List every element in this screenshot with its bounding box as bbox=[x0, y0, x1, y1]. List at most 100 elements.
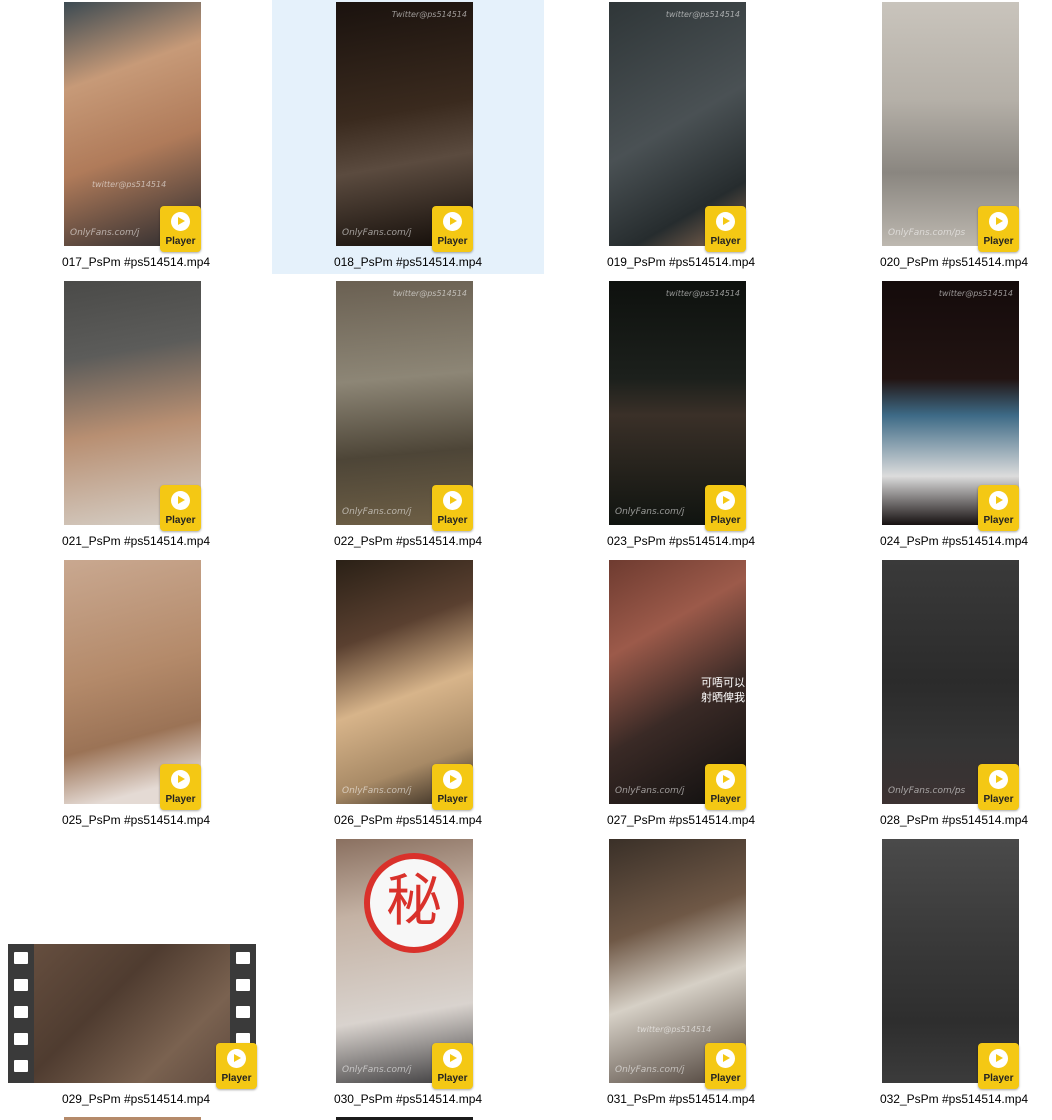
watermark-top: Twitter@ps514514 bbox=[391, 10, 467, 19]
play-icon bbox=[171, 491, 190, 510]
file-item[interactable]: Player 025_PsPm #ps514514.mp4 bbox=[0, 558, 272, 832]
file-item[interactable]: Player 021_PsPm #ps514514.mp4 bbox=[0, 279, 272, 553]
player-badge: Player bbox=[432, 485, 473, 531]
play-icon bbox=[443, 770, 462, 789]
file-item[interactable]: OnlyFans.com/j 秘 Player 030_PsPm #ps514514.… bbox=[272, 837, 544, 1111]
file-name: 024_PsPm #ps514514.mp4 bbox=[879, 534, 1029, 548]
watermark-top: twitter@ps514514 bbox=[392, 289, 467, 298]
play-icon bbox=[227, 1049, 246, 1068]
overlay-caption: 可唔可以 bbox=[701, 676, 745, 689]
file-item[interactable]: twitter@ps514514 Player 019_PsPm #ps514514… bbox=[545, 0, 817, 274]
player-badge: Player bbox=[978, 485, 1019, 531]
file-item[interactable]: twitter@ps514514 OnlyFans.com/j Player 031_… bbox=[545, 837, 817, 1111]
file-item[interactable]: Twitter@ps514514 OnlyFans.com/j Player 018_… bbox=[272, 0, 544, 274]
watermark-bottom: OnlyFans.com/ps bbox=[888, 786, 966, 796]
file-name: 023_PsPm #ps514514.mp4 bbox=[606, 534, 756, 548]
player-badge-label: Player bbox=[221, 1073, 252, 1084]
watermark-bottom: OnlyFans.com/j bbox=[342, 1065, 412, 1075]
watermark-bottom: OnlyFans.com/j bbox=[615, 507, 685, 517]
player-badge: Player bbox=[160, 764, 201, 810]
film-hole bbox=[14, 979, 28, 991]
player-badge: Player bbox=[432, 764, 473, 810]
player-badge-label: Player bbox=[437, 236, 468, 247]
file-name: 019_PsPm #ps514514.mp4 bbox=[606, 255, 756, 269]
player-badge: Player bbox=[978, 764, 1019, 810]
player-badge-label: Player bbox=[437, 794, 468, 805]
watermark-top: twitter@ps514514 bbox=[665, 10, 740, 19]
overlay-caption: 射晒俾我 bbox=[701, 691, 745, 704]
film-hole bbox=[236, 1006, 250, 1018]
watermark-bottom: OnlyFans.com/j bbox=[70, 228, 140, 238]
player-badge-label: Player bbox=[437, 1073, 468, 1084]
file-name: 025_PsPm #ps514514.mp4 bbox=[61, 813, 211, 827]
play-icon bbox=[171, 212, 190, 231]
watermark-bottom: OnlyFans.com/j bbox=[342, 228, 412, 238]
player-badge-label: Player bbox=[983, 794, 1014, 805]
play-icon bbox=[443, 212, 462, 231]
watermark-middle: twitter@ps514514 bbox=[637, 1025, 712, 1034]
film-hole bbox=[14, 1033, 28, 1045]
watermark-top: twitter@ps514514 bbox=[938, 289, 1013, 298]
play-icon bbox=[443, 1049, 462, 1068]
play-icon bbox=[989, 491, 1008, 510]
watermark-bottom: OnlyFans.com/j bbox=[615, 786, 685, 796]
play-icon bbox=[989, 1049, 1008, 1068]
play-icon bbox=[989, 212, 1008, 231]
file-name: 029_PsPm #ps514514.mp4 bbox=[61, 1092, 211, 1106]
player-badge-label: Player bbox=[165, 515, 196, 526]
player-badge-label: Player bbox=[710, 515, 741, 526]
player-badge-label: Player bbox=[437, 515, 468, 526]
player-badge: Player bbox=[160, 206, 201, 252]
watermark-bottom: OnlyFans.com/j bbox=[342, 507, 412, 517]
play-icon bbox=[716, 770, 735, 789]
player-badge: Player bbox=[705, 206, 746, 252]
player-badge: Player bbox=[432, 206, 473, 252]
player-badge-label: Player bbox=[710, 1073, 741, 1084]
play-icon bbox=[989, 770, 1008, 789]
film-hole bbox=[236, 979, 250, 991]
player-badge: Player bbox=[978, 1043, 1019, 1089]
play-icon bbox=[443, 491, 462, 510]
file-name: 028_PsPm #ps514514.mp4 bbox=[879, 813, 1029, 827]
file-item[interactable]: twitter@ps514514 OnlyFans.com/j Player 017_… bbox=[0, 0, 272, 274]
file-item[interactable]: OnlyFans.com/j 可唔可以射晒俾我 Player 027_PsPm #ps… bbox=[545, 558, 817, 832]
play-icon bbox=[171, 770, 190, 789]
secret-stamp-icon: 秘 bbox=[364, 853, 464, 953]
file-name: 017_PsPm #ps514514.mp4 bbox=[61, 255, 211, 269]
file-grid: twitter@ps514514 OnlyFans.com/j Player 017_… bbox=[0, 0, 1052, 1120]
file-item[interactable]: OnlyFans.com/j Player 026_PsPm #ps514514.m… bbox=[272, 558, 544, 832]
player-badge: Player bbox=[705, 485, 746, 531]
file-name: 018_PsPm #ps514514.mp4 bbox=[333, 255, 483, 269]
player-badge-label: Player bbox=[983, 236, 1014, 247]
play-icon bbox=[716, 212, 735, 231]
player-badge-label: Player bbox=[165, 236, 196, 247]
film-hole bbox=[14, 1060, 28, 1072]
player-badge: Player bbox=[160, 485, 201, 531]
watermark-middle: twitter@ps514514 bbox=[92, 180, 167, 189]
file-name: 031_PsPm #ps514514.mp4 bbox=[606, 1092, 756, 1106]
file-name: 021_PsPm #ps514514.mp4 bbox=[61, 534, 211, 548]
file-item[interactable]: twitter@ps514514 OnlyFans.com/j Player 022_… bbox=[272, 279, 544, 553]
file-item[interactable]: Player 032_PsPm #ps514514.mp4 bbox=[818, 837, 1052, 1111]
file-item[interactable]: Player 029_PsPm #ps514514.mp4 bbox=[0, 837, 272, 1111]
watermark-bottom: OnlyFans.com/ps bbox=[888, 228, 966, 238]
file-item[interactable]: OnlyFans.com/ps Player 028_PsPm #ps514514.… bbox=[818, 558, 1052, 832]
file-item[interactable]: twitter@ps514514 OnlyFans.com/j Player 023_… bbox=[545, 279, 817, 553]
player-badge-label: Player bbox=[165, 794, 196, 805]
play-icon bbox=[716, 1049, 735, 1068]
watermark-top: twitter@ps514514 bbox=[665, 289, 740, 298]
watermark-bottom: OnlyFans.com/j bbox=[342, 786, 412, 796]
player-badge: Player bbox=[216, 1043, 257, 1089]
player-badge: Player bbox=[432, 1043, 473, 1089]
film-hole bbox=[236, 952, 250, 964]
player-badge-label: Player bbox=[710, 236, 741, 247]
player-badge-label: Player bbox=[983, 515, 1014, 526]
film-strip-edge bbox=[8, 944, 34, 1083]
file-name: 027_PsPm #ps514514.mp4 bbox=[606, 813, 756, 827]
file-name: 032_PsPm #ps514514.mp4 bbox=[879, 1092, 1029, 1106]
player-badge: Player bbox=[705, 764, 746, 810]
file-item[interactable]: twitter@ps514514 Player 024_PsPm #ps514514… bbox=[818, 279, 1052, 553]
file-name: 020_PsPm #ps514514.mp4 bbox=[879, 255, 1029, 269]
file-item[interactable]: OnlyFans.com/ps Player 020_PsPm #ps514514.… bbox=[818, 0, 1052, 274]
play-icon bbox=[716, 491, 735, 510]
